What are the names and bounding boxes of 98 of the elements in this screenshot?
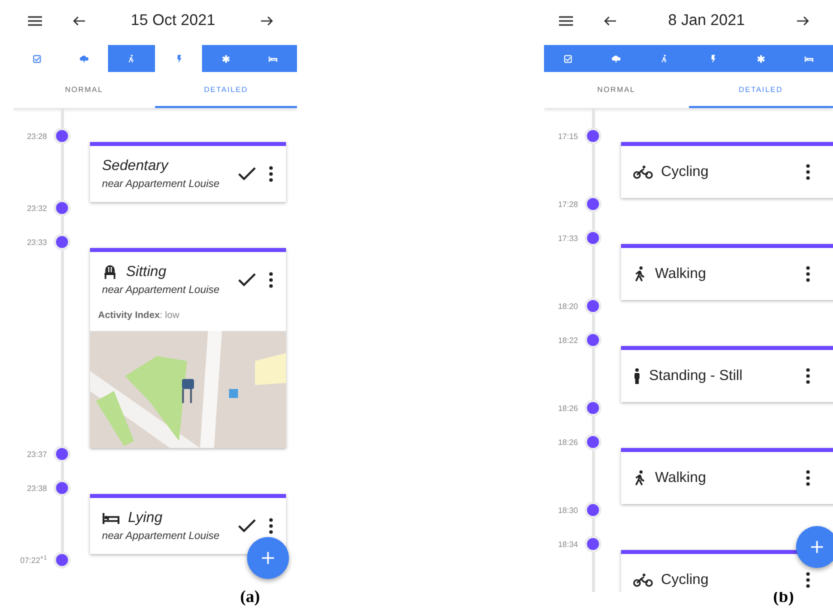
checkbox-icon bbox=[32, 54, 42, 64]
filter-toggle[interactable] bbox=[544, 45, 592, 72]
activity-card[interactable]: Sedentary near Appartement Louise bbox=[90, 142, 286, 202]
location-text: near Appartement Louise bbox=[102, 530, 221, 542]
more-options-icon bbox=[269, 272, 273, 288]
activity-card[interactable]: Walking bbox=[621, 448, 833, 504]
activity-title: Walking bbox=[655, 266, 706, 282]
plus-icon bbox=[810, 540, 824, 554]
timeline-dot bbox=[56, 202, 68, 214]
cloud-icon bbox=[611, 54, 622, 64]
menu-icon bbox=[559, 16, 573, 26]
time-label: 23:38 bbox=[26, 484, 47, 492]
activity-card[interactable]: Walking bbox=[621, 244, 833, 300]
time-label: 18:26 bbox=[556, 404, 578, 412]
time-label: 23:33 bbox=[26, 238, 47, 246]
timeline-dot bbox=[587, 300, 599, 312]
timeline-dot bbox=[56, 236, 68, 248]
more-options-button[interactable] bbox=[803, 367, 813, 385]
time-label: 18:30 bbox=[556, 506, 578, 514]
figure-caption: (a) bbox=[240, 587, 260, 607]
activity-card[interactable]: Sitting near Appartement Louise Activity Index: low bbox=[90, 248, 286, 448]
activity-title: Sitting bbox=[126, 264, 166, 280]
activity-card[interactable]: Cycling bbox=[621, 142, 833, 198]
location-text: near Appartement Louise bbox=[102, 284, 221, 296]
more-options-icon bbox=[806, 470, 810, 486]
more-options-button[interactable] bbox=[803, 163, 813, 181]
filter-toggle[interactable] bbox=[784, 45, 833, 72]
arrow-left-icon bbox=[73, 16, 85, 26]
asterisk-icon bbox=[756, 54, 766, 64]
arrow-right-icon bbox=[797, 16, 809, 26]
timeline-dot bbox=[587, 436, 599, 448]
timeline-dot bbox=[587, 402, 599, 414]
timeline-dot bbox=[587, 130, 599, 142]
timeline-dot bbox=[56, 554, 68, 566]
more-options-button[interactable] bbox=[803, 265, 813, 283]
more-options-icon bbox=[806, 572, 810, 588]
filter-toggle[interactable] bbox=[250, 45, 297, 72]
timeline-dot bbox=[587, 538, 599, 550]
time-label: 23:37 bbox=[26, 450, 47, 458]
activity-title: Walking bbox=[655, 470, 706, 486]
timeline-dot bbox=[56, 130, 68, 142]
walking-person-icon bbox=[659, 54, 670, 64]
activity-index-text: Activity Index: low bbox=[97, 309, 180, 323]
more-options-button[interactable] bbox=[803, 469, 813, 487]
timeline-dot bbox=[587, 198, 599, 210]
more-options-icon bbox=[806, 266, 810, 282]
more-options-icon bbox=[806, 368, 810, 384]
activity-card[interactable]: Lying near Appartement Louise bbox=[90, 494, 286, 554]
more-options-button[interactable] bbox=[266, 165, 276, 183]
timeline-dot bbox=[56, 482, 68, 494]
time-label: 17:33 bbox=[556, 234, 578, 242]
chair-icon bbox=[102, 264, 118, 280]
walking-person-icon bbox=[633, 470, 647, 486]
activity-title: Cycling bbox=[661, 164, 709, 180]
time-label: 18:22 bbox=[556, 336, 578, 344]
time-label: 18:20 bbox=[556, 302, 578, 310]
time-label: 23:28 bbox=[26, 132, 47, 140]
checkbox-icon bbox=[563, 54, 574, 64]
walking-person-icon bbox=[633, 266, 647, 282]
time-label: 18:26 bbox=[556, 438, 578, 446]
plus-icon bbox=[261, 551, 275, 565]
bed-icon bbox=[102, 511, 120, 525]
more-options-icon bbox=[269, 518, 273, 534]
activity-card[interactable]: Standing - Still bbox=[621, 346, 833, 402]
timeline-dot bbox=[587, 232, 599, 244]
bicycle-icon bbox=[633, 573, 653, 587]
timeline-dot bbox=[587, 504, 599, 516]
arrow-right-icon bbox=[261, 16, 273, 26]
more-options-icon bbox=[269, 166, 273, 182]
activity-title: Sedentary bbox=[102, 158, 168, 174]
location-text: near Appartement Louise bbox=[102, 178, 221, 190]
more-options-button[interactable] bbox=[803, 571, 813, 589]
cloud-icon bbox=[78, 54, 89, 64]
walking-person-icon bbox=[126, 54, 136, 64]
time-label: 23:32 bbox=[26, 204, 47, 212]
standing-person-icon bbox=[633, 368, 641, 384]
activity-title: Cycling bbox=[661, 572, 709, 588]
arrow-left-icon bbox=[604, 16, 616, 26]
timeline-dot bbox=[587, 334, 599, 346]
time-label: 18:34 bbox=[556, 540, 578, 548]
activity-title: Lying bbox=[128, 510, 162, 526]
activity-title: Standing - Still bbox=[649, 368, 742, 384]
date-title: 15 Oct 2021 bbox=[130, 12, 216, 30]
bed-icon bbox=[804, 54, 814, 64]
time-label: 17:28 bbox=[556, 200, 578, 208]
time-label: 07:22$^{+1}$ bbox=[19, 556, 47, 564]
date-title: 8 Jan 2021 bbox=[667, 12, 746, 30]
bicycle-icon bbox=[633, 165, 653, 179]
filter-toggle[interactable] bbox=[108, 45, 155, 72]
time-label: 17:15 bbox=[556, 132, 578, 140]
menu-icon bbox=[28, 16, 42, 26]
asterisk-icon bbox=[220, 54, 231, 64]
timeline-dot bbox=[56, 448, 68, 460]
more-options-button[interactable] bbox=[266, 517, 276, 535]
more-options-button[interactable] bbox=[266, 271, 276, 289]
more-options-icon bbox=[806, 164, 810, 180]
bed-icon bbox=[268, 54, 278, 64]
filter-toggle[interactable] bbox=[202, 45, 250, 72]
